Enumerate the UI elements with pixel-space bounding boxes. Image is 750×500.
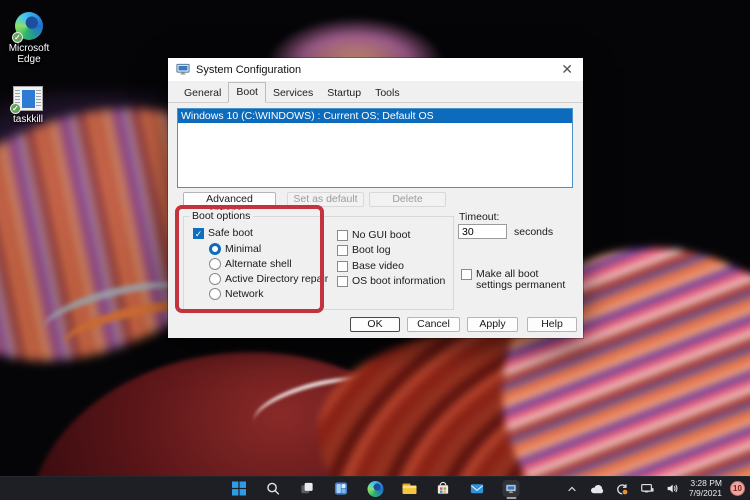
delete-button[interactable]: Delete [369,192,446,207]
tab-general[interactable]: General [177,85,228,102]
no-gui-boot-checkbox[interactable]: No GUI boot [337,229,410,241]
desktop-icon-label: Microsoft Edge [1,43,57,65]
tab-strip: General Boot Services Startup Tools [168,84,583,103]
radio-minimal[interactable]: Minimal [209,243,261,255]
help-button[interactable]: Help [527,317,577,332]
timeout-input[interactable] [458,224,507,239]
advanced-options-button[interactable]: Advanced options... [183,192,276,207]
tab-startup[interactable]: Startup [320,85,368,102]
radio-alternate-shell[interactable]: Alternate shell [209,258,292,270]
system-configuration-taskbar-icon[interactable] [503,480,520,497]
system-tray: 3:28 PM 7/9/2021 10 [564,477,745,500]
checkbox-icon[interactable] [337,230,348,241]
radio-icon[interactable] [209,288,221,300]
timeout-unit-label: seconds [514,226,553,238]
wallpaper-dome [12,330,478,500]
start-button[interactable] [231,480,248,497]
dialog-titlebar[interactable]: System Configuration ✕ [168,58,583,81]
taskbar: 3:28 PM 7/9/2021 10 [0,476,750,500]
mail-icon[interactable] [469,480,486,497]
safe-boot-checkbox[interactable]: ✓ Safe boot [193,227,253,239]
sync-check-icon: ✓ [10,103,21,114]
radio-icon[interactable] [209,273,221,285]
msconfig-app-icon [176,63,190,76]
checkbox-icon[interactable] [337,276,348,287]
boot-entry-selected[interactable]: Windows 10 (C:\WINDOWS) : Current OS; De… [178,109,572,123]
desktop-icon-taskkill[interactable]: ✓ taskkill [0,86,56,125]
boot-options-group-label: Boot options [189,210,253,222]
set-as-default-button[interactable]: Set as default [287,192,364,207]
tab-tools[interactable]: Tools [368,85,407,102]
wallpaper-dark-corner [582,0,750,255]
timeout-label: Timeout: [459,211,499,223]
tab-services[interactable]: Services [266,85,320,102]
desktop-icon-microsoft-edge[interactable]: ✓ Microsoft Edge [1,12,57,65]
dialog-title: System Configuration [196,64,301,76]
tab-boot[interactable]: Boot [228,82,266,103]
edge-browser-icon[interactable] [367,480,384,497]
update-sync-icon[interactable] [614,480,631,497]
base-video-checkbox[interactable]: Base video [337,260,404,272]
boot-entries-list[interactable]: Windows 10 (C:\WINDOWS) : Current OS; De… [177,108,573,188]
checkbox-icon[interactable] [337,261,348,272]
checkbox-icon[interactable] [461,269,472,280]
make-permanent-checkbox[interactable]: Make all boot settings permanent [461,269,576,291]
checkbox-checked-icon[interactable]: ✓ [193,228,204,239]
desktop: ✓ Microsoft Edge ✓ taskkill System Confi… [0,0,750,500]
os-boot-information-checkbox[interactable]: OS boot information [337,275,445,287]
apply-button[interactable]: Apply [467,317,518,332]
cancel-button[interactable]: Cancel [407,317,460,332]
desktop-icon-label: taskkill [0,114,56,125]
radio-network[interactable]: Network [209,288,264,300]
boot-log-checkbox[interactable]: Boot log [337,244,391,256]
system-configuration-dialog: System Configuration ✕ General Boot Serv… [168,58,583,338]
sync-check-icon: ✓ [12,32,23,43]
ok-button[interactable]: OK [350,317,400,332]
radio-active-directory-repair[interactable]: Active Directory repair [209,273,328,285]
tray-chevron-up-icon[interactable] [564,480,581,497]
network-icon[interactable] [639,480,656,497]
radio-selected-icon[interactable] [209,243,221,255]
microsoft-store-icon[interactable] [435,480,452,497]
task-view-icon[interactable] [299,480,316,497]
taskbar-clock[interactable]: 3:28 PM 7/9/2021 [689,479,722,498]
speaker-icon[interactable] [664,480,681,497]
close-icon[interactable]: ✕ [561,60,573,78]
taskbar-center-icons [231,477,520,500]
file-explorer-icon[interactable] [401,480,418,497]
notification-count-badge[interactable]: 10 [730,481,745,496]
onedrive-cloud-icon[interactable] [589,480,606,497]
radio-icon[interactable] [209,258,221,270]
search-icon[interactable] [265,480,282,497]
widgets-icon[interactable] [333,480,350,497]
tray-date: 7/9/2021 [689,489,722,499]
wallpaper-dome-highlight [248,366,391,445]
checkbox-icon[interactable] [337,245,348,256]
